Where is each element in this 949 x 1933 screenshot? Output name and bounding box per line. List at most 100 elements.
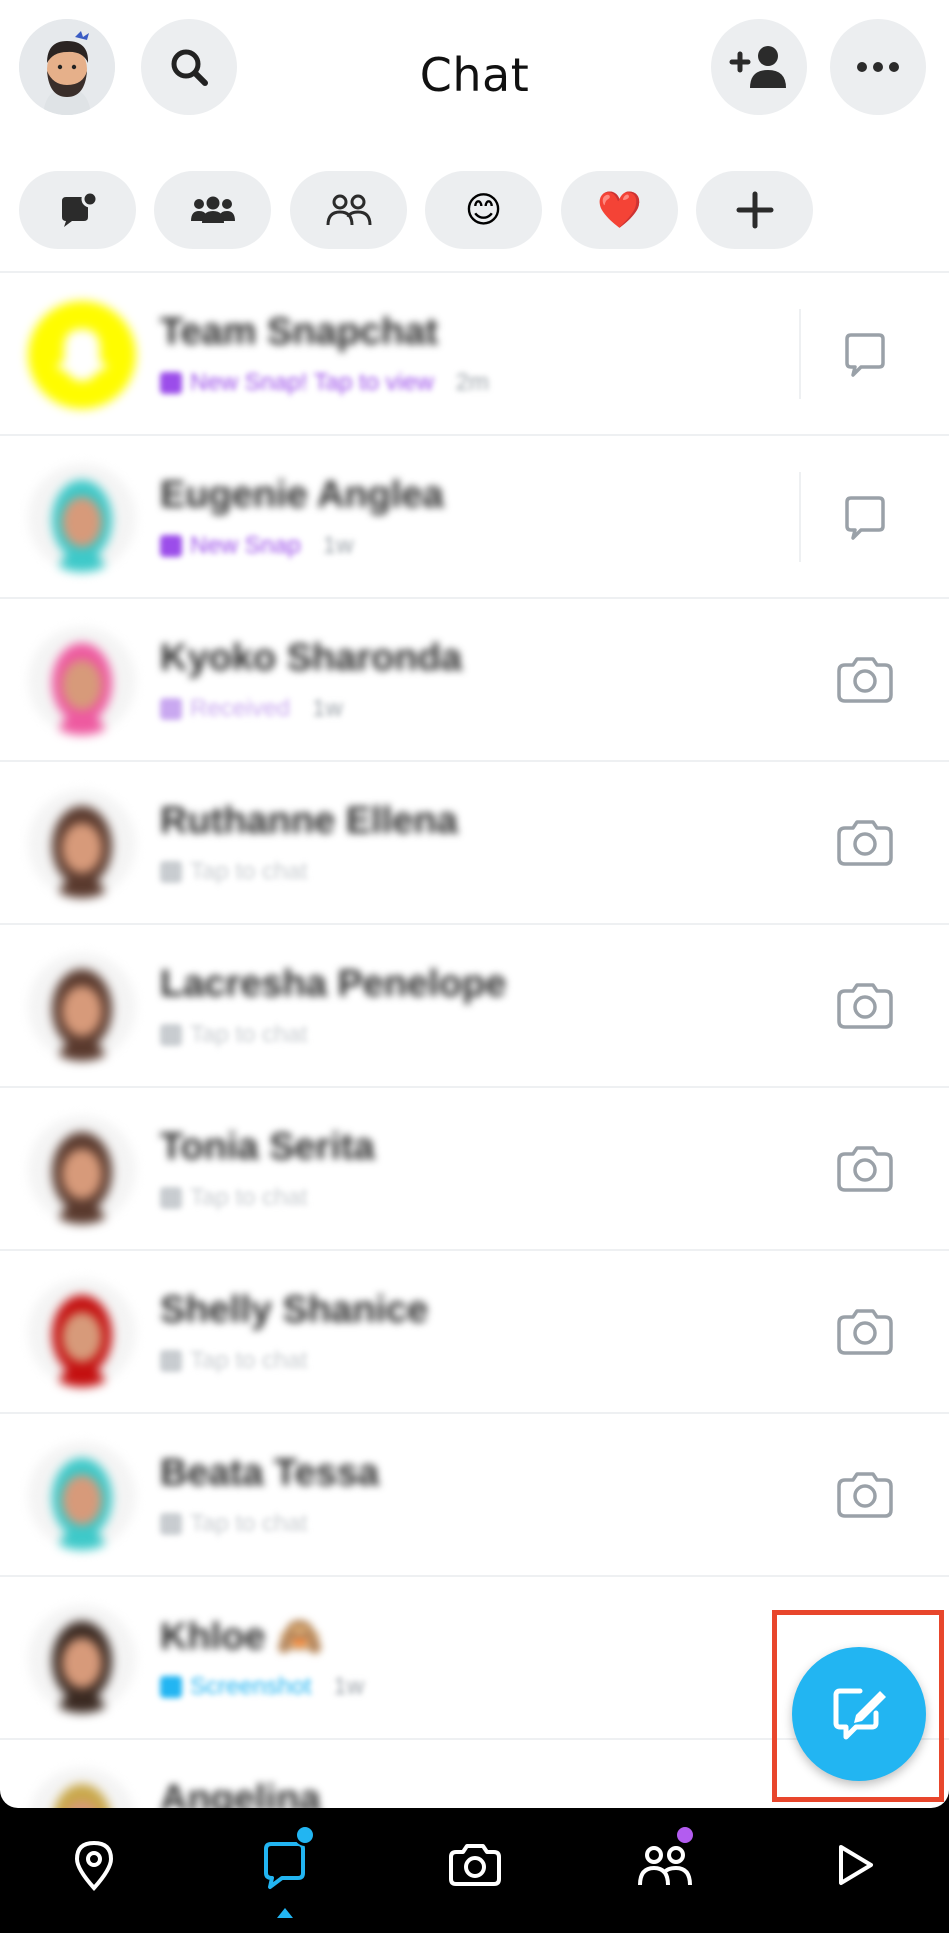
status-icon (160, 372, 182, 394)
nav-map[interactable] (59, 1830, 129, 1900)
status-icon (160, 1676, 182, 1698)
status-icon (160, 861, 182, 883)
row-divider (799, 472, 801, 562)
chat-status: New Snap! Tap to view 2m (160, 369, 489, 397)
status-icon (160, 1350, 182, 1372)
chat-row[interactable]: Eugenie Anglea New Snap 1w (0, 436, 949, 599)
reply-chat-icon[interactable] (833, 323, 897, 387)
status-text: Tap to chat (190, 858, 308, 885)
status-text: Screenshot (190, 1673, 312, 1700)
plus-icon (736, 191, 773, 229)
status-text: New Snap! Tap to view (190, 369, 434, 396)
reply-camera-icon[interactable] (833, 1138, 897, 1202)
camera-icon (449, 1844, 501, 1886)
friend-avatar[interactable] (28, 1768, 136, 1808)
chat-row[interactable]: Shelly Shanice Tap to chat (0, 1251, 949, 1414)
unread-chat-icon (61, 191, 98, 227)
new-chat-button[interactable] (792, 1647, 926, 1781)
friend-name: Team Snapchat (160, 311, 439, 353)
chat-row[interactable]: Beata Tessa Tap to chat (0, 1414, 949, 1577)
chat-status: Tap to chat (160, 858, 329, 886)
stories-notification-dot (674, 1824, 696, 1846)
chat-status: Received 1w (160, 695, 343, 723)
status-icon (160, 1024, 182, 1046)
favorites-filter-pill[interactable]: ❤️ (561, 171, 678, 249)
friend-name: Lacresha Penelope (160, 963, 507, 1005)
friend-avatar[interactable] (28, 464, 136, 572)
status-text: Tap to chat (190, 1347, 308, 1374)
status-icon (160, 698, 182, 720)
chat-status: Tap to chat (160, 1021, 329, 1049)
nav-camera[interactable] (440, 1830, 510, 1900)
status-time: 2m (455, 369, 490, 396)
chat-row[interactable]: Team Snapchat New Snap! Tap to view 2m (0, 273, 949, 436)
reply-camera-icon[interactable] (833, 1301, 897, 1365)
header: Chat (0, 0, 949, 150)
chat-status: Tap to chat (160, 1510, 329, 1538)
chat-status: Tap to chat (160, 1184, 329, 1212)
active-tab-indicator (277, 1908, 293, 1918)
status-time: 1w (333, 1673, 365, 1700)
friend-avatar[interactable] (28, 1442, 136, 1550)
best-friends-filter-pill[interactable]: 😊 (425, 171, 542, 249)
nav-spotlight[interactable] (820, 1830, 890, 1900)
friends-filter-pill[interactable] (290, 171, 407, 249)
friend-avatar[interactable] (28, 1116, 136, 1224)
friend-name: Beata Tessa (160, 1452, 379, 1494)
friend-name: Angelina (160, 1778, 321, 1808)
friend-name: Shelly Shanice (160, 1289, 429, 1331)
status-text: New Snap (190, 532, 301, 559)
add-filter-pill[interactable] (696, 171, 813, 249)
page-title: Chat (419, 48, 530, 102)
status-text: Tap to chat (190, 1021, 308, 1048)
groups-filter-pill[interactable] (154, 171, 271, 249)
status-time: 1w (312, 695, 343, 722)
reply-chat-icon[interactable] (833, 486, 897, 550)
friends-icon (638, 1846, 692, 1886)
more-options-button[interactable] (830, 19, 926, 115)
chat-status: Screenshot 1w (160, 1673, 364, 1701)
status-icon (160, 1187, 182, 1209)
add-friend-button[interactable] (711, 19, 807, 115)
bottom-nav (0, 1808, 949, 1933)
friend-avatar[interactable] (28, 790, 136, 898)
map-pin-icon (74, 1840, 114, 1891)
row-divider (799, 309, 801, 399)
chat-status: New Snap 1w (160, 532, 353, 560)
status-text: Received (190, 695, 291, 722)
friend-name: Ruthanne Ellena (160, 800, 458, 842)
status-time: 1w (322, 532, 354, 559)
chat-status: Tap to chat (160, 1347, 329, 1375)
chat-row[interactable]: Kyoko Sharonda Received 1w (0, 599, 949, 762)
chat-row[interactable]: Ruthanne Ellena Tap to chat (0, 762, 949, 925)
friend-avatar[interactable] (28, 1605, 136, 1713)
friends-icon (326, 194, 371, 226)
friend-name: Tonia Serita (160, 1126, 375, 1168)
chat-row[interactable]: Lacresha Penelope Tap to chat (0, 925, 949, 1088)
friend-avatar[interactable] (28, 1279, 136, 1387)
chat-notification-dot (294, 1824, 316, 1846)
friend-name: Khloe 🙈 (160, 1616, 324, 1658)
status-icon (160, 535, 182, 557)
reply-camera-icon[interactable] (833, 812, 897, 876)
status-text: Tap to chat (190, 1184, 308, 1211)
nav-chat[interactable] (250, 1824, 320, 1900)
reply-camera-icon[interactable] (833, 649, 897, 713)
heart-emoji-icon: ❤️ (597, 189, 642, 230)
add-friend-icon (729, 46, 786, 88)
friend-avatar[interactable] (28, 953, 136, 1061)
reply-camera-icon[interactable] (833, 1464, 897, 1528)
chat-screen: Chat 😊 ❤️ Team Snapchat New Snap! Tap to… (0, 0, 949, 1808)
friend-name: Kyoko Sharonda (160, 637, 462, 679)
friend-avatar[interactable] (28, 627, 136, 735)
chat-row[interactable]: Tonia Serita Tap to chat (0, 1088, 949, 1251)
nav-stories[interactable] (630, 1824, 700, 1900)
status-text: Tap to chat (190, 1510, 308, 1537)
reply-camera-icon[interactable] (833, 975, 897, 1039)
unread-filter-pill[interactable] (19, 171, 136, 249)
smiley-emoji-icon: 😊 (464, 189, 503, 230)
play-icon (839, 1845, 873, 1885)
friend-avatar[interactable] (28, 301, 136, 409)
group-icon (190, 196, 235, 223)
chat-icon (264, 1842, 305, 1889)
